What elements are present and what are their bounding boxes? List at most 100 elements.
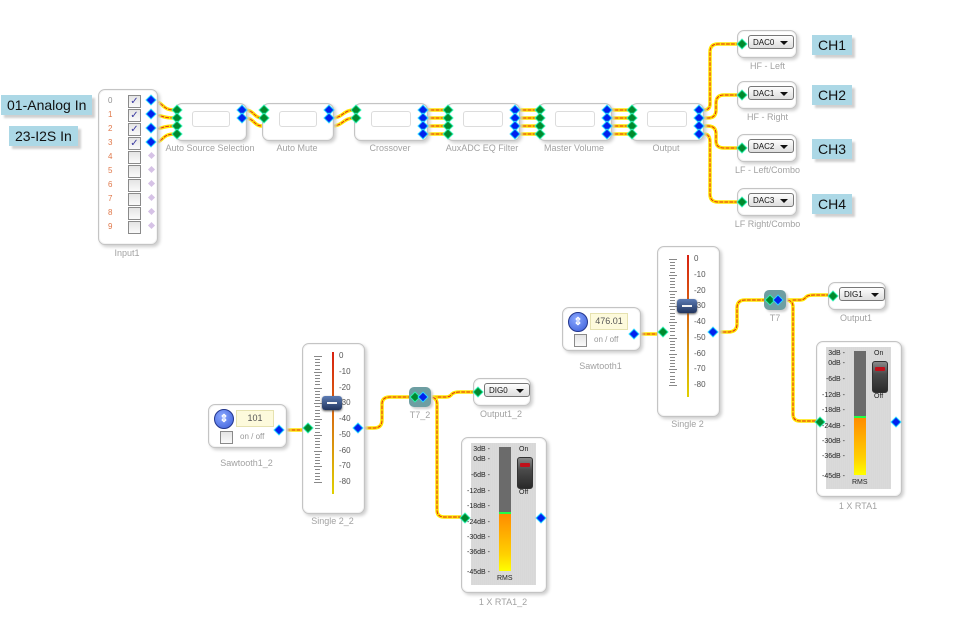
single-2-2-tick bbox=[315, 459, 320, 461]
input-channel-output-pin[interactable] bbox=[147, 165, 156, 174]
single-2-2-tick bbox=[314, 419, 322, 420]
input-channel-row: 8 bbox=[99, 207, 156, 221]
input-channel-checkbox[interactable] bbox=[128, 165, 141, 178]
ch1-label[interactable]: CH1 bbox=[812, 35, 853, 55]
input-channel-output-pin[interactable] bbox=[146, 123, 156, 133]
auto-mute-block[interactable] bbox=[262, 103, 334, 141]
rta-1-2-block[interactable]: 3dB - 0dB - -6dB - -12dB - -18dB - -24dB - -30… bbox=[461, 437, 547, 593]
input-channel-output-pin[interactable] bbox=[147, 207, 156, 216]
single-2-2-scale-label: -60 bbox=[339, 445, 351, 455]
rta-1-2-panel: 3dB - 0dB - -6dB - -12dB - -18dB - -24dB - -30… bbox=[467, 443, 536, 585]
input-channel-checkbox[interactable]: ✓ bbox=[128, 137, 141, 150]
single-2-2-scale-label: -70 bbox=[339, 461, 351, 471]
single-2-tick bbox=[670, 328, 675, 330]
dac-output-dropdown[interactable]: DAC2 bbox=[748, 139, 794, 153]
input-channel-output-pin[interactable] bbox=[147, 221, 156, 230]
single-2-scale-label: -10 bbox=[694, 269, 706, 279]
single-2-scale-label: 0 bbox=[694, 254, 699, 263]
auxadc-eq-filter-display bbox=[463, 111, 503, 127]
dac-output-dropdown[interactable]: DAC3 bbox=[748, 193, 794, 207]
single-2-2-scale-label: -50 bbox=[339, 429, 351, 439]
rta-1-panel: 3dB - 0dB - -6dB - -12dB - -18dB - -24dB - -30… bbox=[822, 347, 891, 489]
dac-output-caption: HF - Right bbox=[746, 112, 788, 122]
sawtooth-1-value-field[interactable]: 476.01 bbox=[590, 313, 628, 330]
rta-1-2-scale-label: -12dB - bbox=[467, 488, 490, 495]
single-2-tick bbox=[670, 318, 675, 320]
input-channel-output-pin[interactable] bbox=[147, 151, 156, 160]
auto-source-selection-display bbox=[192, 111, 230, 127]
single-2-tick bbox=[670, 375, 675, 377]
single-2-track[interactable] bbox=[687, 255, 689, 397]
input-channel-checkbox[interactable] bbox=[128, 221, 141, 234]
input-channel-checkbox[interactable]: ✓ bbox=[128, 95, 141, 108]
rta-1-2-on-off-switch[interactable] bbox=[517, 457, 533, 489]
single-2-2-tick bbox=[315, 441, 320, 443]
input-block[interactable]: 0 ✓ 1 ✓ 2 ✓ 3 ✓ 4 5 6 7 8 9 bbox=[98, 89, 158, 245]
input-channel-checkbox[interactable] bbox=[128, 151, 141, 164]
ch4-label[interactable]: CH4 bbox=[812, 194, 853, 214]
spin-arrows-icon[interactable]: ⇕ bbox=[214, 409, 234, 429]
sawtooth-1-on-off-checkbox[interactable] bbox=[574, 334, 587, 347]
single-2-2-track[interactable] bbox=[332, 352, 334, 494]
output-1-dropdown[interactable]: DIG1 bbox=[839, 287, 885, 301]
dac-output-dropdown[interactable]: DAC1 bbox=[748, 86, 794, 100]
crossover-block[interactable] bbox=[354, 103, 428, 141]
single-2-2-tick bbox=[315, 400, 320, 402]
dac-output-caption: LF - Left/Combo bbox=[734, 165, 801, 175]
single-2-2-scale-label: -20 bbox=[339, 382, 351, 392]
wire-connection[interactable] bbox=[700, 42, 742, 112]
output-1-2-dropdown[interactable]: DIG0 bbox=[484, 383, 530, 397]
input-channel-checkbox[interactable]: ✓ bbox=[128, 123, 141, 136]
rta-1-2-caption: 1 X RTA1_2 bbox=[478, 597, 528, 607]
rta-1-2-scale-label: -18dB - bbox=[467, 503, 490, 510]
master-volume-block[interactable] bbox=[538, 103, 612, 141]
single-2-tick bbox=[670, 378, 675, 380]
output-1-2-dropdown-value: DIG0 bbox=[489, 386, 508, 395]
single-2-2-knob[interactable] bbox=[322, 396, 342, 411]
rta-1-on-off-switch[interactable] bbox=[872, 361, 888, 393]
rta-1-scale-label: 0dB - bbox=[828, 360, 845, 367]
single-2-scale-label: -40 bbox=[694, 317, 706, 326]
crossover-display bbox=[371, 111, 411, 127]
input-channel-checkbox[interactable] bbox=[128, 193, 141, 206]
single-2-knob[interactable] bbox=[677, 299, 697, 314]
ch2-label[interactable]: CH2 bbox=[812, 85, 853, 105]
single-2-tick bbox=[670, 350, 675, 352]
single-2-2-tick bbox=[315, 362, 320, 364]
rta-1-block[interactable]: 3dB - 0dB - -6dB - -12dB - -18dB - -24dB - -30… bbox=[816, 341, 902, 497]
input-channel-output-pin[interactable] bbox=[146, 137, 156, 147]
input-channel-checkbox[interactable] bbox=[128, 207, 141, 220]
spin-arrows-icon[interactable]: ⇕ bbox=[568, 312, 588, 332]
ch3-label[interactable]: CH3 bbox=[812, 139, 853, 159]
input-channel-output-pin[interactable] bbox=[147, 179, 156, 188]
input-channel-checkbox[interactable]: ✓ bbox=[128, 109, 141, 122]
sawtooth-1-2-value-field[interactable]: 101 bbox=[236, 410, 274, 427]
input-channel-row: 4 bbox=[99, 151, 156, 165]
chevron-down-icon bbox=[516, 389, 524, 393]
single-2-tick bbox=[670, 362, 675, 364]
single-2-tick bbox=[670, 309, 675, 311]
input-channel-output-pin[interactable] bbox=[146, 109, 156, 119]
single-2-2-tick bbox=[315, 447, 320, 449]
input-channel-output-pin[interactable] bbox=[147, 193, 156, 202]
input-channel-output-pin[interactable] bbox=[146, 95, 156, 105]
i2s-in-label[interactable]: 23-I2S In bbox=[9, 126, 78, 146]
auto-source-selection-block[interactable] bbox=[175, 103, 247, 141]
single-2-tick bbox=[670, 312, 675, 314]
sawtooth-1-2-block[interactable]: ⇕ 101 on / off bbox=[208, 404, 287, 448]
single-2-tick bbox=[670, 303, 675, 305]
chevron-down-icon bbox=[780, 199, 788, 203]
single-2-2-tick bbox=[315, 422, 320, 424]
auxadc-eq-filter-block[interactable] bbox=[446, 103, 520, 141]
input-channel-checkbox[interactable] bbox=[128, 179, 141, 192]
input-channel-number: 8 bbox=[108, 208, 113, 217]
sawtooth-1-block[interactable]: ⇕ 476.01 on / off bbox=[562, 307, 641, 351]
rta-1-scale-label: -30dB - bbox=[822, 438, 845, 445]
analog-in-label[interactable]: 01-Analog In bbox=[1, 95, 93, 115]
single-2-2-tick bbox=[315, 359, 320, 361]
output-block[interactable] bbox=[630, 103, 704, 141]
dac-output-dropdown[interactable]: DAC0 bbox=[748, 35, 794, 49]
single-2-tick bbox=[669, 353, 677, 355]
sawtooth-1-2-on-off-checkbox[interactable] bbox=[220, 431, 233, 444]
rta-1-2-scale-label: -24dB - bbox=[467, 519, 490, 526]
